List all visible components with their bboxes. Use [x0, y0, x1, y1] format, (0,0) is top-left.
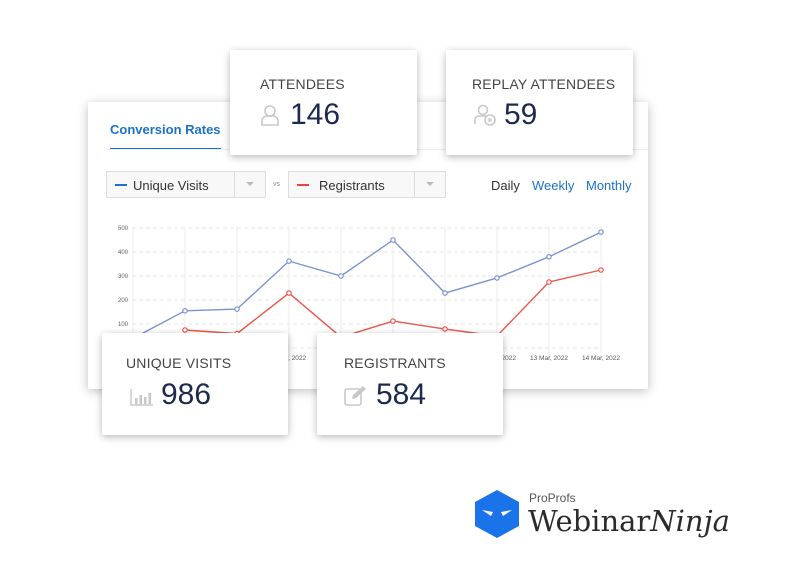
unique-visits-card: UNIQUE VISITS 986	[102, 333, 288, 435]
user-icon	[260, 104, 280, 131]
y-tick-label: 500	[118, 226, 129, 232]
edit-icon	[344, 385, 368, 412]
brand-proprofs: ProProfs	[529, 491, 576, 505]
series-line-unique-visits	[132, 231, 602, 340]
data-point	[182, 308, 188, 314]
data-point	[546, 254, 552, 260]
x-tick-label: 14 Mar, 2022	[582, 355, 620, 362]
data-point	[494, 275, 500, 281]
unique-visits-title: UNIQUE VISITS	[126, 355, 232, 371]
data-point	[234, 306, 240, 312]
attendees-card: ATTENDEES 146	[230, 50, 417, 155]
registrants-card: REGISTRANTS 584	[317, 333, 503, 435]
data-point	[546, 279, 552, 285]
x-tick-label: 13 Mar, 2022	[530, 355, 568, 362]
registrants-value: 584	[376, 378, 427, 411]
user-play-icon	[474, 104, 498, 131]
brand-ninja: Ninja	[650, 504, 730, 538]
webinarninja-logo-icon	[475, 490, 519, 538]
data-point	[442, 290, 448, 296]
data-point	[390, 318, 396, 324]
data-point	[442, 326, 448, 332]
brand-webinarninja: WebinarNinja	[528, 504, 730, 538]
attendees-title: ATTENDEES	[260, 76, 345, 92]
y-tick-label: 400	[118, 250, 129, 256]
brand-webinar: Webinar	[528, 504, 651, 538]
registrants-title: REGISTRANTS	[344, 355, 446, 371]
y-tick-label: 100	[118, 322, 129, 328]
replay-attendees-value: 59	[504, 98, 538, 131]
bar-chart-icon	[130, 388, 154, 411]
data-point	[390, 237, 396, 243]
replay-attendees-title: REPLAY ATTENDEES	[472, 76, 616, 92]
y-tick-label: 300	[118, 274, 129, 280]
data-point	[182, 327, 188, 333]
y-tick-label: 200	[118, 298, 129, 304]
data-point	[286, 290, 292, 296]
data-point	[598, 267, 604, 273]
data-point	[338, 273, 344, 279]
unique-visits-value: 986	[161, 378, 212, 411]
data-point	[286, 258, 292, 264]
data-point	[598, 229, 604, 235]
replay-attendees-card: REPLAY ATTENDEES 59	[446, 50, 633, 155]
attendees-value: 146	[290, 98, 341, 131]
